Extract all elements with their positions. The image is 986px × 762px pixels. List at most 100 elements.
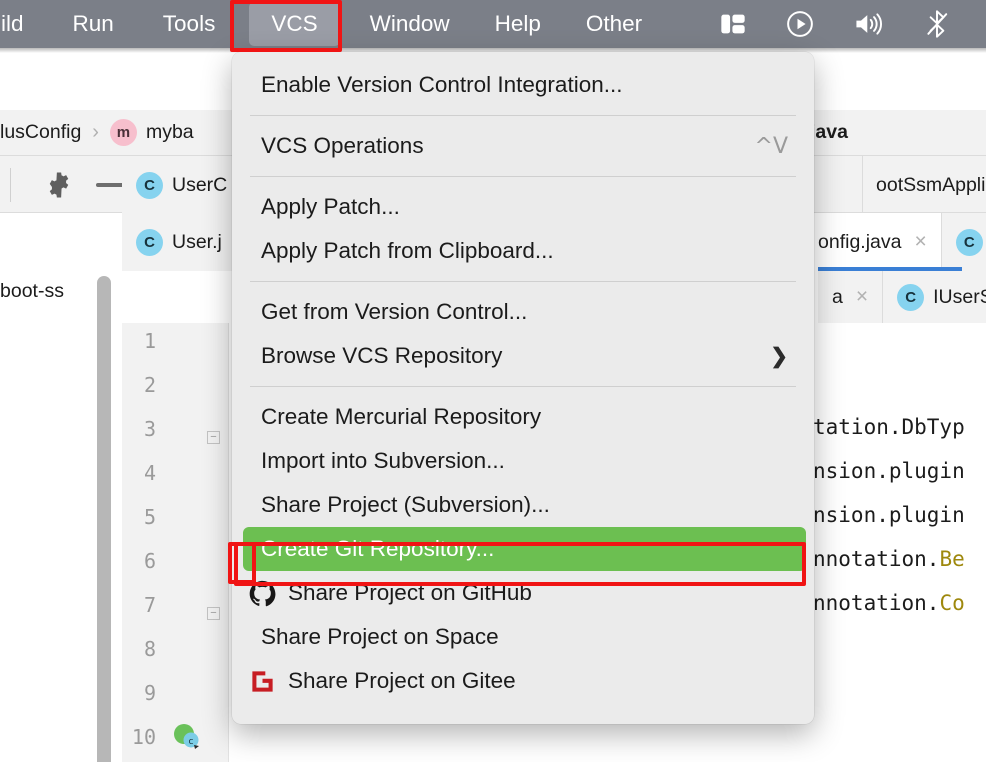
editor-gutter[interactable]: 1234567891011−− [122, 323, 229, 762]
menubar-item-run[interactable]: Run [58, 5, 129, 43]
menu-item-label: Create Git Repository... [261, 536, 495, 561]
menubar-item-tools[interactable]: Tools [148, 5, 231, 43]
bluetooth-off-icon[interactable] [904, 9, 970, 39]
control-center-play-icon[interactable] [766, 9, 834, 39]
menu-item-import-into-subversion[interactable]: Import into Subversion... [232, 439, 814, 483]
close-icon[interactable]: × [856, 285, 868, 309]
menubar-item-help[interactable]: Help [480, 5, 556, 43]
menu-item-label: Apply Patch... [261, 194, 400, 219]
spring-bean-icon[interactable]: c [172, 723, 200, 749]
gutter-line-number: 2 [143, 373, 156, 397]
menubar-status-icons [700, 9, 986, 39]
class-badge-icon: C [955, 228, 983, 256]
menu-separator [250, 176, 796, 177]
menu-item-label: Enable Version Control Integration... [261, 72, 623, 97]
breadcrumb-left-fragment[interactable]: lusConfig [0, 121, 81, 144]
menu-item-create-mercurial-repository[interactable]: Create Mercurial Repository [232, 395, 814, 439]
menubar-item-label: Run [72, 11, 114, 36]
gutter-line-number: 6 [143, 549, 156, 573]
project-tree-item[interactable]: boot-ss [0, 280, 64, 303]
menu-item-share-project-subversion[interactable]: Share Project (Subversion)... [232, 483, 814, 527]
class-badge-icon: C [136, 228, 163, 256]
menu-item-share-project-on-github[interactable]: Share Project on GitHub [232, 571, 814, 615]
gutter-line-number: 10 [131, 725, 156, 749]
menu-item-label: Share Project (Subversion)... [261, 492, 550, 517]
editor-tab-label: onfig.java [818, 230, 902, 253]
menu-item-label: Import into Subversion... [261, 448, 505, 473]
menubar-item-window[interactable]: Window [355, 5, 465, 43]
project-panel-scrollbar[interactable] [97, 276, 111, 762]
menubar-item-build[interactable]: ild [1, 5, 39, 43]
gear-icon[interactable] [44, 170, 74, 200]
menu-item-label: Share Project on Space [261, 624, 499, 649]
chevron-right-icon[interactable]: ❯ [770, 344, 788, 369]
vcs-dropdown-menu: Enable Version Control Integration... VCS… [232, 52, 814, 724]
chevron-right-icon: › [92, 121, 99, 143]
menubar-item-label: Help [494, 11, 541, 36]
gutter-line-number: 4 [143, 461, 156, 485]
editor-tab-label: User.j [172, 230, 222, 253]
menu-item-label: VCS Operations [261, 133, 424, 158]
gutter-line-number: 9 [143, 681, 156, 705]
code-fold-icon[interactable]: − [207, 607, 220, 620]
code-line: nsion.plugin [813, 459, 965, 483]
minimize-icon[interactable] [96, 183, 125, 187]
close-icon[interactable]: × [914, 230, 926, 254]
editor-tab-next[interactable]: C IUserS [941, 213, 986, 271]
editor-tab-partial[interactable]: a × [818, 271, 884, 323]
menu-item-label: Create Mercurial Repository [261, 404, 542, 429]
editor-tab-label: a [832, 285, 843, 308]
menu-item-label: Get from Version Control... [261, 299, 528, 324]
menu-separator [250, 115, 796, 116]
gutter-line-number: 5 [143, 505, 156, 529]
editor-tab-config-java-active[interactable]: onfig.java × [818, 213, 942, 271]
menu-item-apply-patch[interactable]: Apply Patch... [232, 185, 814, 229]
breadcrumb-right-fragment[interactable]: java [810, 121, 848, 144]
editor-tab-user-java[interactable]: C User.j [122, 213, 236, 271]
svg-text:c: c [189, 737, 194, 747]
menubar-item-other[interactable]: Other [571, 5, 657, 43]
gutter-line-number: 3 [143, 417, 156, 441]
screen: lusConfig › m myba java C UserC ootSsmAp… [0, 0, 986, 762]
editor-tab-row-1-right: ootSsmApplicatio [862, 156, 986, 214]
menu-separator [250, 281, 796, 282]
menu-item-share-project-on-space[interactable]: Share Project on Space [232, 615, 814, 659]
menubar-item-vcs[interactable]: VCS [249, 2, 340, 46]
menu-item-browse-vcs-repository[interactable]: Browse VCS Repository ❯ [232, 334, 814, 378]
menubar: ild Run Tools VCS Window Help Other [0, 0, 986, 48]
editor-tab-row-1: C UserC [122, 156, 242, 214]
menubar-item-label: Window [369, 11, 450, 36]
editor-tab-springbootssmapplication[interactable]: ootSsmApplicatio [862, 156, 986, 214]
code-line: tation.DbTyp [813, 415, 965, 439]
menubar-item-label: ild [1, 11, 24, 36]
menu-item-label: Apply Patch from Clipboard... [261, 238, 554, 263]
code-text: nsion.plugin [813, 503, 965, 527]
github-icon [244, 579, 280, 607]
module-badge-icon: m [109, 119, 137, 146]
menu-item-get-from-version-control[interactable]: Get from Version Control... [232, 290, 814, 334]
menubar-item-label: Other [585, 11, 643, 36]
menu-item-enable-version-control-integration[interactable]: Enable Version Control Integration... [232, 63, 814, 107]
stage-manager-icon[interactable] [700, 10, 766, 38]
menu-item-vcs-operations[interactable]: VCS Operations ^V [232, 124, 814, 168]
menu-item-label: Browse VCS Repository [261, 343, 503, 368]
breadcrumb-module-label[interactable]: myba [146, 121, 194, 144]
gutter-line-number: 8 [143, 637, 156, 661]
code-line: nnotation.Be [813, 547, 965, 571]
volume-icon[interactable] [834, 10, 904, 38]
editor-tab-row-2: C User.j [122, 213, 236, 271]
code-token-annotation: Co [939, 591, 965, 615]
code-line: nsion.plugin [813, 503, 965, 527]
gutter-line-number: 1 [143, 329, 156, 353]
class-badge-icon: C [897, 283, 925, 311]
editor-tab-userconfig[interactable]: C UserC [122, 156, 242, 214]
menu-item-share-project-on-gitee[interactable]: Share Project on Gitee [232, 659, 814, 703]
editor-tab-label: ootSsmApplicatio [876, 173, 986, 196]
menu-item-create-git-repository[interactable]: Create Git Repository... [243, 527, 806, 571]
code-text: nnotation. [813, 547, 940, 571]
editor-tab-row-2-right: onfig.java × C IUserS [818, 213, 986, 271]
editor-tab-label: UserC [172, 173, 228, 196]
editor-tab-iuserservice[interactable]: C IUserS [883, 271, 986, 323]
menu-item-apply-patch-from-clipboard[interactable]: Apply Patch from Clipboard... [232, 229, 814, 273]
code-fold-icon[interactable]: − [207, 431, 220, 444]
